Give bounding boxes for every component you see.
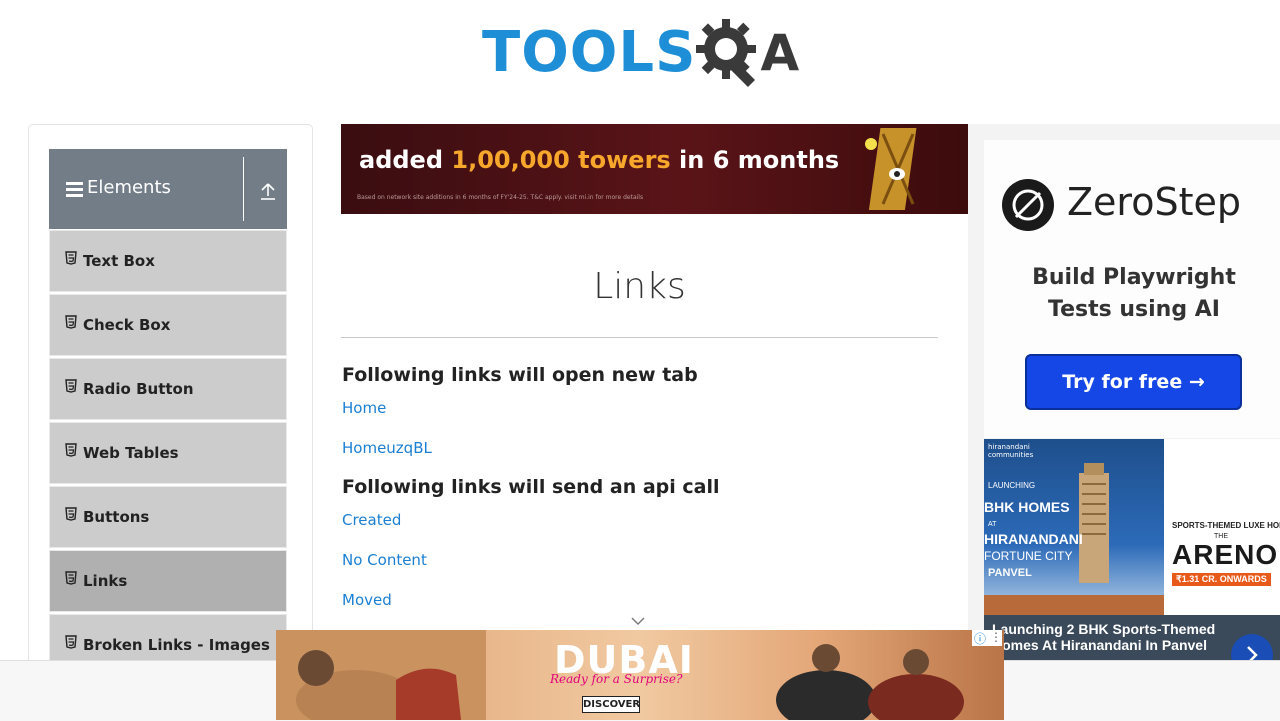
property-ad-left[interactable]: hiranandani communities LAUNCHING BHK HO… [984, 439, 1164, 615]
zerostep-tagline-line1: Build Playwright [1032, 265, 1236, 290]
property-right-heading: SPORTS-THEMED LUXE HOMES [1172, 521, 1280, 530]
property-line-launching: LAUNCHING [988, 481, 1036, 490]
page-title: Links [593, 266, 686, 307]
ad-choices[interactable]: ⓘ ⋮ [972, 630, 1002, 646]
hamburger-icon [66, 179, 83, 200]
link-home[interactable]: Home [342, 399, 386, 417]
sidebar-item-check-box[interactable]: Check Box [49, 294, 287, 356]
logo-text-a: A [760, 24, 800, 82]
zerostep-brand: ZeroStep [1067, 180, 1241, 224]
html5-icon [65, 379, 77, 393]
top-ad-text-before: added [359, 146, 452, 174]
sidebar-item-radio-button[interactable]: Radio Button [49, 358, 287, 420]
property-line-panvel: PANVEL [988, 567, 1032, 579]
sidebar-item-links[interactable]: Links [49, 550, 287, 612]
top-ad-headline: added 1,00,000 towers in 6 months [359, 146, 839, 174]
dubai-ad-banner[interactable]: DUBAI Ready for a Surprise? DISCOVER [276, 630, 1004, 720]
sidebar-item-buttons[interactable]: Buttons [49, 486, 287, 548]
top-ad-text-after: in 6 months [670, 146, 840, 174]
sidebar-item-web-tables[interactable]: Web Tables [49, 422, 287, 484]
chevron-down-icon[interactable] [631, 617, 645, 625]
property-line-at: AT [988, 521, 997, 528]
ad-menu-icon[interactable]: ⋮ [990, 630, 1002, 644]
ad-info-icon[interactable]: ⓘ [974, 630, 986, 647]
property-line-hiranandani: HIRANANDANI [984, 531, 1083, 547]
html5-icon [65, 571, 77, 585]
link-moved[interactable]: Moved [342, 591, 392, 609]
html5-icon [65, 251, 77, 265]
top-ad-banner[interactable]: added 1,00,000 towers in 6 months Based … [341, 124, 969, 214]
sidebar-item-label: Text Box [83, 252, 155, 270]
sidebar-item-label: Radio Button [83, 380, 194, 398]
camel-icon [276, 630, 486, 720]
sidebar-item-label: Links [83, 572, 128, 590]
couple-photo-icon [776, 644, 964, 720]
sidebar-item-label: Broken Links - Images [83, 636, 270, 654]
zerostep-logo-icon [1002, 179, 1054, 231]
property-line-bhk: BHK HOMES [984, 499, 1070, 515]
property-right-price: ₹1.31 CR. ONWARDS [1172, 573, 1271, 586]
sidebar-item-label: Check Box [83, 316, 171, 334]
toolsqa-logo[interactable]: TOOLS A [482, 14, 812, 92]
property-ad-right[interactable]: SPORTS-THEMED LUXE HOMES THE ARENO ₹1.31… [1164, 439, 1280, 615]
group-title: Elements [87, 176, 171, 198]
group-divider [243, 157, 244, 221]
html5-icon [65, 315, 77, 329]
sidebar-item-text-box[interactable]: Text Box [49, 230, 287, 292]
title-divider [341, 337, 938, 338]
property-brand: hiranandani communities [988, 443, 1034, 459]
tower-mascot-icon [865, 128, 917, 210]
html5-icon [65, 443, 77, 457]
gear-magnifier-icon [696, 19, 757, 88]
top-ad-text-highlight: 1,00,000 towers [451, 146, 671, 174]
link-no-content[interactable]: No Content [342, 551, 427, 569]
logo-text: TOOLS [482, 20, 697, 85]
tennis-court [984, 595, 1164, 615]
html5-icon [65, 635, 77, 649]
building-icon [1079, 463, 1109, 583]
link-created[interactable]: Created [342, 511, 401, 529]
html5-icon [65, 507, 77, 521]
zerostep-tagline: Build Playwright Tests using AI [984, 262, 1280, 326]
property-caption-text: Launching 2 BHK Sports-Themed Homes At H… [992, 621, 1216, 653]
try-for-free-button[interactable]: Try for free → [1025, 354, 1242, 410]
elements-group-header[interactable]: Elements [49, 149, 287, 229]
section-heading-new-tab: Following links will open new tab [342, 364, 698, 386]
section-heading-api-call: Following links will send an api call [342, 476, 720, 498]
dubai-subtitle: Ready for a Surprise? [550, 672, 683, 686]
zerostep-tagline-line2: Tests using AI [1048, 297, 1220, 322]
discover-button[interactable]: DISCOVER [582, 696, 640, 713]
sidebar-item-label: Web Tables [83, 444, 179, 462]
property-line-fortune: FORTUNE CITY [984, 549, 1073, 563]
top-ad-fine-print: Based on network site additions in 6 mon… [357, 194, 644, 201]
link-home-dynamic[interactable]: HomeuzqBL [342, 439, 432, 457]
sidebar-item-label: Buttons [83, 508, 150, 526]
collapse-arrow-icon[interactable] [259, 181, 277, 201]
property-right-name: ARENO [1172, 539, 1279, 570]
